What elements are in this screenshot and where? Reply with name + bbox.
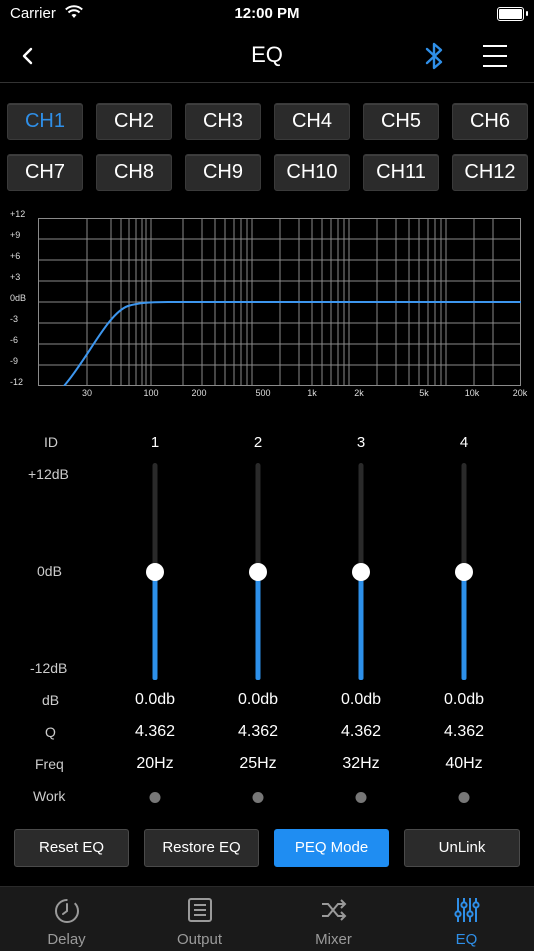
slider-knob[interactable] <box>352 562 370 581</box>
tab-mixer[interactable]: Mixer <box>267 887 400 951</box>
channel-button-8[interactable]: CH8 <box>96 154 172 191</box>
bluetooth-icon[interactable] <box>420 39 448 73</box>
channel-button-7[interactable]: CH7 <box>7 154 83 191</box>
channel-button-12[interactable]: CH12 <box>452 154 528 191</box>
nav-bar: EQ <box>0 30 534 83</box>
row-label-db: dB <box>42 692 60 708</box>
channel-button-6[interactable]: CH6 <box>452 103 528 140</box>
channel-button-10[interactable]: CH10 <box>274 154 350 191</box>
channel-button-3[interactable]: CH3 <box>185 103 261 140</box>
graph-y-label: -3 <box>10 314 19 324</box>
band-id: 1 <box>150 434 160 451</box>
band-freq[interactable]: 20Hz <box>136 755 173 773</box>
channel-button-9[interactable]: CH9 <box>185 154 261 191</box>
graph-x-label: 1k <box>307 388 317 398</box>
channel-button-2[interactable]: CH2 <box>96 103 172 140</box>
tab-delay[interactable]: Delay <box>0 887 133 951</box>
slider-knob[interactable] <box>455 562 473 581</box>
graph-x-label: 500 <box>255 388 271 398</box>
reset-eq-button[interactable]: Reset EQ <box>14 829 129 867</box>
graph-x-label: 30 <box>81 388 93 398</box>
channel-button-1[interactable]: CH1 <box>7 103 83 140</box>
graph-y-label: +3 <box>10 272 21 282</box>
slider-knob[interactable] <box>146 562 164 581</box>
mixer-shuffle-icon <box>321 899 346 921</box>
status-bar: Carrier 12:00 PM <box>0 0 534 30</box>
graph-x-label: 5k <box>419 388 429 398</box>
graph-x-label: 100 <box>143 388 159 398</box>
band-gain[interactable]: 0.0db <box>135 691 175 709</box>
output-list-icon <box>187 898 212 922</box>
graph-y-label: -9 <box>10 356 19 366</box>
band-freq[interactable]: 40Hz <box>445 755 482 773</box>
row-label-freq: Freq <box>35 756 64 772</box>
band-id: 4 <box>459 434 469 451</box>
tab-label: Delay <box>47 931 86 948</box>
band-gain[interactable]: 0.0db <box>341 691 381 709</box>
row-label-q: Q <box>45 724 56 740</box>
graph-y-label: +6 <box>10 251 21 261</box>
band-q[interactable]: 4.362 <box>341 723 381 741</box>
graph-y-label: 0dB <box>10 293 27 303</box>
tab-label: EQ <box>455 931 478 948</box>
tab-output[interactable]: Output <box>133 887 266 951</box>
band-id: 3 <box>356 434 366 451</box>
peq-mode-button[interactable]: PEQ Mode <box>274 829 389 867</box>
graph-x-label: 10k <box>464 388 480 398</box>
row-label-id: ID <box>44 434 58 450</box>
clock: 12:00 PM <box>234 5 300 22</box>
work-indicator[interactable] <box>458 792 470 803</box>
eq-curve-plot[interactable] <box>38 218 521 386</box>
work-indicator[interactable] <box>252 792 264 803</box>
band-gain[interactable]: 0.0db <box>444 691 484 709</box>
eq-sliders-icon <box>453 898 480 922</box>
graph-y-label: +9 <box>10 230 21 240</box>
band-q[interactable]: 4.362 <box>238 723 278 741</box>
battery-icon <box>497 7 528 21</box>
graph-x-label: 20k <box>512 388 528 398</box>
graph-y-label: -6 <box>10 335 19 345</box>
channel-button-11[interactable]: CH11 <box>363 154 439 191</box>
row-label-minus12: -12dB <box>30 660 68 676</box>
row-label-work: Work <box>33 788 66 804</box>
page-title: EQ <box>251 42 283 67</box>
unlink-button[interactable]: UnLink <box>404 829 520 867</box>
menu-icon[interactable] <box>480 42 510 70</box>
channel-button-5[interactable]: CH5 <box>363 103 439 140</box>
tab-label: Mixer <box>315 931 352 948</box>
tab-bar: Delay Output Mixer EQ <box>0 886 534 951</box>
slider-knob[interactable] <box>249 562 267 581</box>
tab-label: Output <box>176 931 223 948</box>
row-label-zero: 0dB <box>37 563 62 579</box>
band-id: 2 <box>253 434 263 451</box>
band-freq[interactable]: 32Hz <box>342 755 379 773</box>
restore-eq-button[interactable]: Restore EQ <box>144 829 259 867</box>
tab-eq[interactable]: EQ <box>400 887 533 951</box>
graph-x-label: 200 <box>191 388 207 398</box>
band-q[interactable]: 4.362 <box>444 723 484 741</box>
band-freq[interactable]: 25Hz <box>239 755 276 773</box>
work-indicator[interactable] <box>355 792 367 803</box>
graph-y-label: +12 <box>10 209 26 219</box>
graph-x-label: 2k <box>354 388 364 398</box>
graph-y-label: -12 <box>10 377 24 387</box>
row-label-plus12: +12dB <box>28 466 69 482</box>
band-q[interactable]: 4.362 <box>135 723 175 741</box>
channel-button-4[interactable]: CH4 <box>274 103 350 140</box>
band-gain[interactable]: 0.0db <box>238 691 278 709</box>
delay-clock-icon <box>54 899 79 923</box>
work-indicator[interactable] <box>149 792 161 803</box>
